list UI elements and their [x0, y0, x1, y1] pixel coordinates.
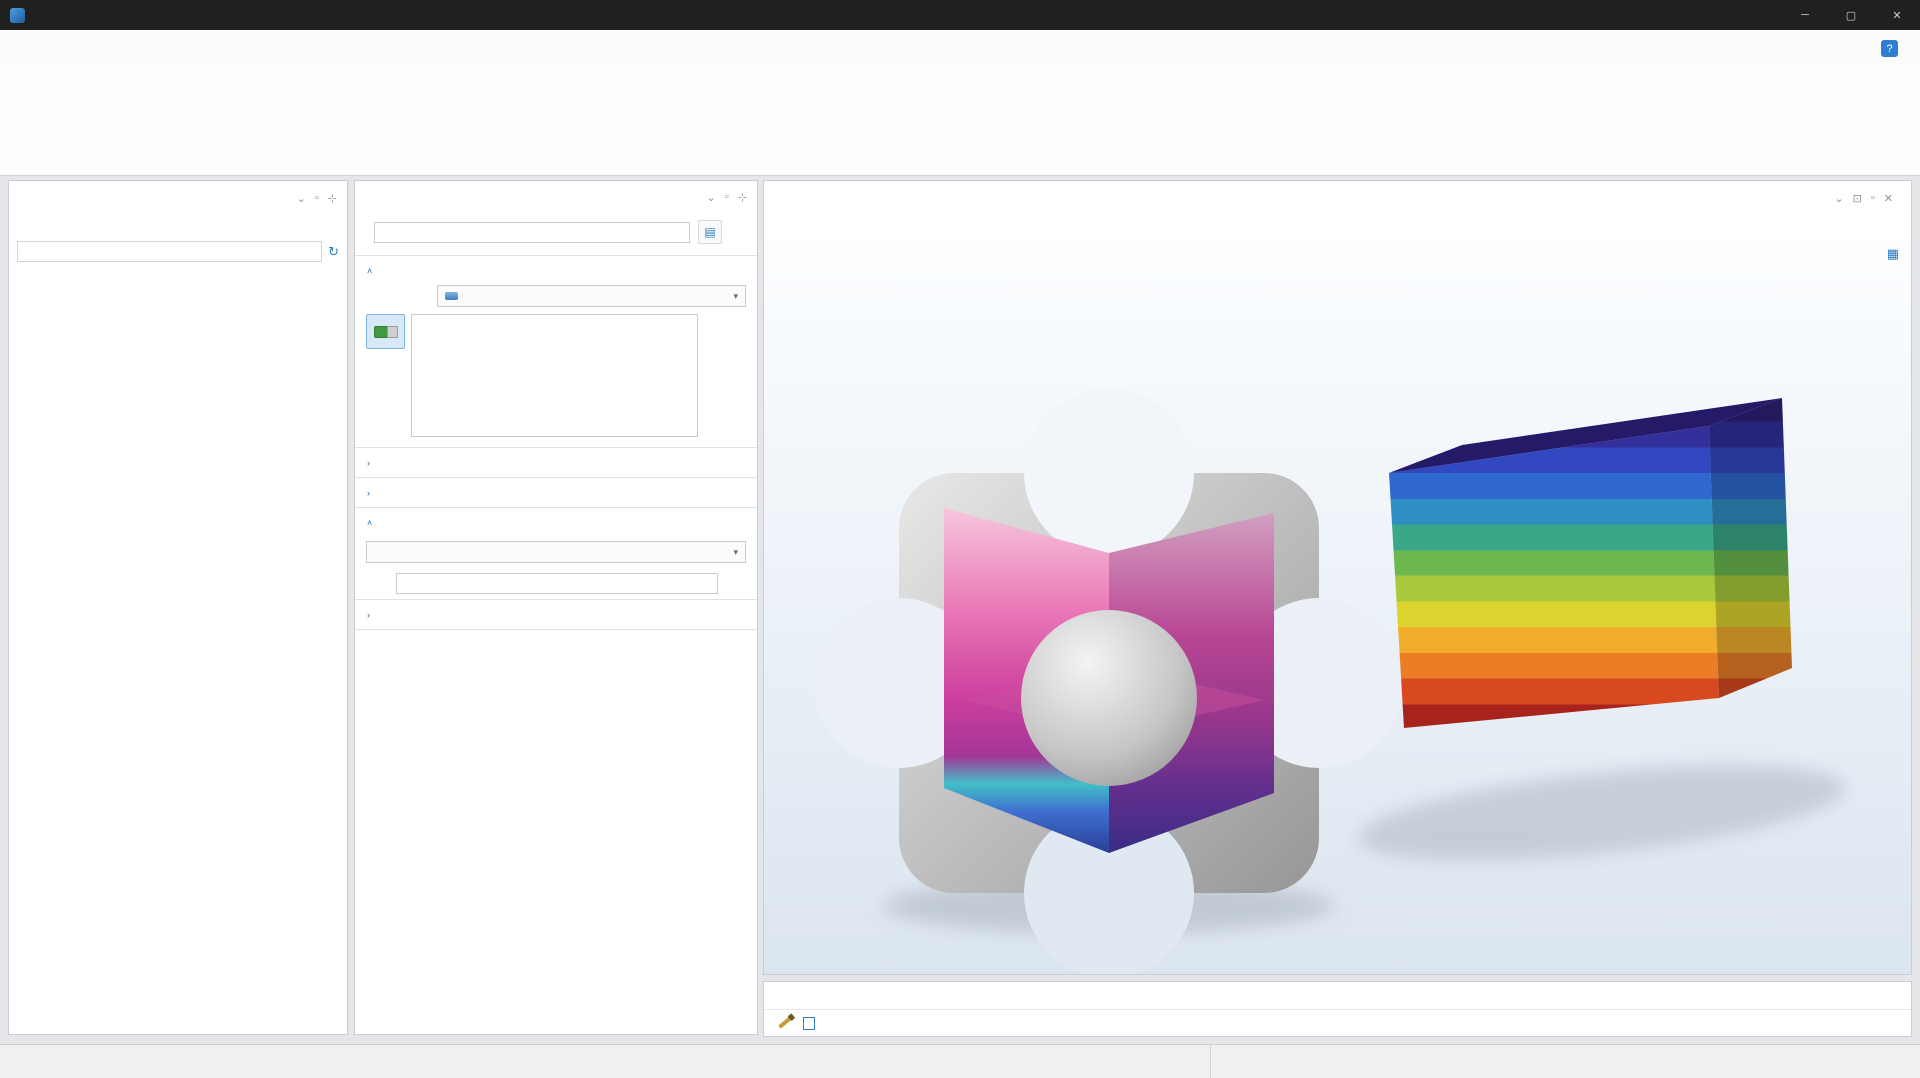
graphics-scene[interactable]	[764, 268, 1911, 974]
selection-dropdown[interactable]: ▾	[437, 285, 746, 307]
clear-messages-icon[interactable]	[778, 1017, 791, 1028]
title-bar: ─ ▢ ✕	[0, 0, 1920, 30]
graphics-toolbar	[764, 215, 1911, 242]
messages-toolbar	[764, 1010, 1911, 1036]
restore-panel-icon[interactable]: ⊡	[1853, 192, 1862, 205]
chevron-down-icon: ˄	[367, 266, 375, 276]
chevron-right-icon: ›	[367, 458, 375, 468]
chevron-down-icon: ▾	[733, 291, 738, 302]
chevron-down-icon: ▾	[733, 547, 738, 558]
panel-menu-icon[interactable]: ⌄	[297, 192, 306, 205]
maximize-button[interactable]: ▢	[1828, 0, 1874, 30]
panel-menu-icon[interactable]: ⌄	[707, 191, 716, 204]
selection-tools	[704, 314, 746, 437]
pin-panel-icon[interactable]: ⊹	[738, 191, 747, 204]
chevron-down-icon: ˄	[367, 518, 375, 528]
close-button[interactable]: ✕	[1874, 0, 1920, 30]
float-panel-icon[interactable]: ▫	[1871, 192, 1875, 205]
settings-panel: ⌄ ▫ ⊹ ▤ ˄ ▾	[354, 180, 758, 1035]
chevron-right-icon: ›	[367, 610, 375, 620]
chevron-right-icon: ›	[367, 488, 375, 498]
selection-icon	[445, 292, 458, 300]
dp-input[interactable]	[396, 573, 718, 594]
refresh-icon[interactable]: ↻	[328, 244, 339, 260]
ribbon	[0, 62, 1920, 176]
help-icon[interactable]: ?	[1881, 40, 1898, 57]
section-boundary-selection[interactable]: ˄	[355, 256, 757, 285]
panel-menu-icon[interactable]: ⌄	[1834, 192, 1843, 205]
toggle-icon	[374, 326, 398, 338]
section-mapping[interactable]: ›	[355, 600, 757, 629]
boundary-selection-list[interactable]	[411, 314, 698, 437]
section-override[interactable]: ›	[355, 448, 757, 477]
tree-filter-input[interactable]	[17, 241, 322, 262]
section-flow-condition[interactable]: ˄	[355, 508, 757, 537]
window-controls: ─ ▢ ✕	[1782, 0, 1920, 30]
model-builder-toolbar	[9, 215, 347, 239]
bottom-tab-bar	[764, 982, 1911, 1010]
section-equation[interactable]: ›	[355, 478, 757, 507]
copy-messages-icon[interactable]	[803, 1017, 815, 1030]
app-logo-icon	[10, 8, 25, 23]
comsol-window: ─ ▢ ✕ ? ⌄ ▫ ⊹ ↻ ⌄ ▫	[0, 0, 1920, 1078]
close-panel-icon[interactable]: ✕	[1884, 192, 1893, 205]
float-panel-icon[interactable]: ▫	[725, 191, 729, 204]
float-panel-icon[interactable]: ▫	[315, 192, 319, 205]
label-input[interactable]	[374, 222, 690, 243]
memory-usage	[1210, 1045, 1241, 1078]
graphics-panel: ⌄ ⊡ ▫ ✕ ▦	[763, 180, 1912, 975]
model-builder-panel: ⌄ ▫ ⊹ ↻	[8, 180, 348, 1035]
equation-view-icon[interactable]: ▤	[698, 220, 722, 244]
flow-condition-dropdown[interactable]: ▾	[366, 541, 746, 563]
ribbon-tab-bar	[0, 30, 1920, 62]
messages-panel	[763, 981, 1912, 1037]
active-selection-toggle[interactable]	[366, 314, 405, 349]
pin-panel-icon[interactable]: ⊹	[328, 192, 337, 205]
status-bar	[0, 1044, 1920, 1078]
minimize-button[interactable]: ─	[1782, 0, 1828, 30]
plot-info-icon[interactable]: ▦	[1887, 246, 1899, 262]
